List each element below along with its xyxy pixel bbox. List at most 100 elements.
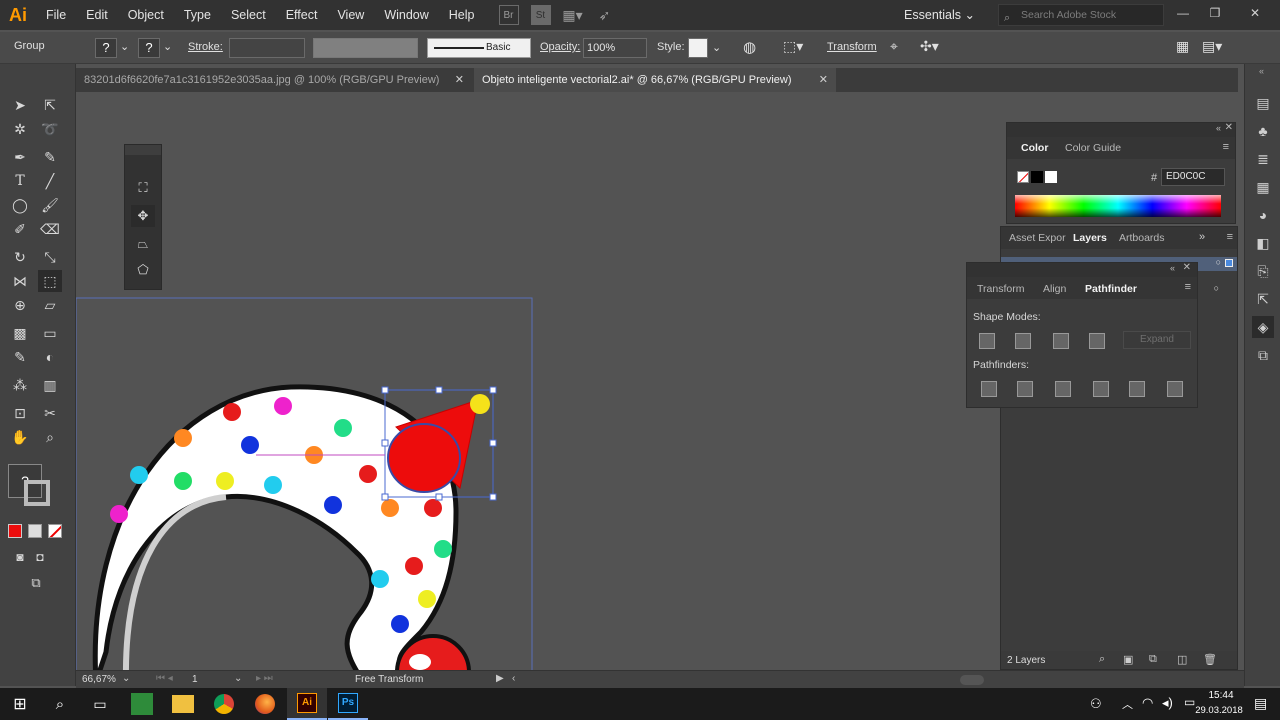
menu-type[interactable]: Type	[174, 8, 221, 22]
artboards-icon[interactable]: ⧉	[1252, 344, 1274, 366]
windows-start-icon[interactable]: ⊞	[0, 688, 40, 720]
photoshop-taskbar-icon[interactable]: Ps	[328, 688, 368, 720]
eyedropper-tool-icon[interactable]: ✎	[8, 346, 32, 368]
chevron-down-icon[interactable]: ⌄	[234, 673, 242, 684]
chrome-icon[interactable]	[204, 688, 244, 720]
slice-tool-icon[interactable]: ✂	[38, 402, 62, 424]
graphic-style-swatch[interactable]	[688, 38, 708, 58]
menu-file[interactable]: File	[36, 8, 76, 22]
stroke-weight-field[interactable]	[229, 38, 305, 58]
widget-grip[interactable]	[125, 145, 161, 155]
export-icon[interactable]: ⇱	[1252, 288, 1274, 310]
width-tool-icon[interactable]: ⋈	[8, 270, 32, 292]
selection-tool-icon[interactable]: ➤	[8, 94, 32, 116]
constrain-icon[interactable]: ⛶	[131, 177, 155, 199]
horizontal-scrollbar-thumb[interactable]	[960, 675, 984, 685]
more-tabs-icon[interactable]: »	[1199, 231, 1205, 243]
panel-menu-icon[interactable]: ≡	[1223, 141, 1229, 153]
artboard-number[interactable]: 1	[192, 674, 198, 685]
illustrator-taskbar-icon[interactable]: Ai	[287, 688, 327, 720]
pen-tool-icon[interactable]: ✒	[8, 146, 32, 168]
tab-layers[interactable]: Layers	[1073, 232, 1107, 244]
close-tab-icon[interactable]: ✕	[455, 68, 464, 92]
properties-icon[interactable]: ▤	[1252, 92, 1274, 114]
panel-header[interactable]: « ✕	[1007, 122, 1235, 137]
arrange-docs-icon[interactable]: ▦▾	[562, 5, 582, 25]
menu-object[interactable]: Object	[118, 8, 174, 22]
chevron-down-icon[interactable]: ⌄	[122, 673, 130, 684]
file-explorer-icon[interactable]	[163, 688, 203, 720]
clock-time[interactable]: 15:44	[1196, 690, 1246, 701]
bridge-button[interactable]: Br	[498, 5, 519, 25]
tab-asset-export[interactable]: Asset Expor	[1009, 232, 1066, 244]
delete-layer-icon[interactable]: 🗑	[1203, 653, 1217, 666]
none-swatch[interactable]	[1017, 171, 1029, 183]
chevron-down-icon[interactable]: ⌄	[163, 40, 172, 53]
minus-front-button[interactable]	[1015, 333, 1031, 349]
symbols-icon[interactable]: ♣	[1252, 120, 1274, 142]
tab-pathfinder[interactable]: Pathfinder	[1085, 283, 1137, 295]
collapse-icon[interactable]: «	[1170, 263, 1175, 273]
close-tab-icon[interactable]: ✕	[819, 68, 828, 92]
links-icon[interactable]: ⎘	[1252, 260, 1274, 282]
expand-dock-icon[interactable]: «	[1259, 66, 1264, 76]
paintbrush-tool-icon[interactable]: 🖌	[38, 194, 62, 216]
opacity-label[interactable]: Opacity:	[540, 41, 580, 53]
volume-icon[interactable]: ◂)	[1162, 695, 1173, 711]
perspective-grid-tool-icon[interactable]: ▱	[38, 294, 62, 316]
new-sublayer-icon[interactable]: ⧉	[1149, 653, 1157, 666]
opacity-field[interactable]: 100%	[583, 38, 647, 58]
panel-menu-icon[interactable]: ≡	[1185, 281, 1191, 293]
gpu-performance-icon[interactable]: ➶	[595, 5, 615, 25]
align-to-icon[interactable]: ⬚▾	[783, 38, 803, 55]
menu-view[interactable]: View	[327, 8, 374, 22]
column-graph-tool-icon[interactable]: ▥	[38, 374, 62, 396]
chevron-left-icon[interactable]: ‹	[512, 673, 515, 684]
tab-color-guide[interactable]: Color Guide	[1065, 142, 1121, 154]
firefox-icon[interactable]	[245, 688, 285, 720]
gradient-mode-button[interactable]	[28, 524, 42, 538]
chevron-down-icon[interactable]: ⌄	[712, 41, 721, 54]
symbol-sprayer-tool-icon[interactable]: ⁂	[8, 374, 32, 396]
collapse-icon[interactable]: «	[1216, 123, 1221, 133]
transform-link[interactable]: Transform	[827, 41, 877, 53]
close-panel-icon[interactable]: ✕	[1183, 262, 1191, 273]
layers-icon[interactable]: ◈	[1252, 316, 1274, 338]
panel-menu-icon[interactable]: ▤▾	[1202, 38, 1222, 55]
magic-wand-tool-icon[interactable]: ✲	[8, 118, 32, 140]
artboard-tool-icon[interactable]: ⊡	[8, 402, 32, 424]
free-transform-tool-icon[interactable]: ⬚	[38, 270, 62, 292]
crop-button[interactable]	[1093, 381, 1109, 397]
chevron-down-icon[interactable]: ⌄	[120, 40, 129, 53]
menu-edit[interactable]: Edit	[76, 8, 118, 22]
search-stock-input[interactable]: ⌕ Search Adobe Stock	[998, 4, 1164, 26]
app-icon[interactable]	[122, 688, 162, 720]
expand-button[interactable]: Expand	[1123, 331, 1191, 349]
close-window-button[interactable]: ✕	[1240, 2, 1270, 26]
close-panel-icon[interactable]: ✕	[1225, 122, 1233, 133]
hex-field[interactable]: ED0C0C	[1161, 168, 1225, 186]
isolate-icon[interactable]: ⌖	[890, 38, 898, 55]
tab-align[interactable]: Align	[1043, 283, 1066, 295]
tab-transform[interactable]: Transform	[977, 283, 1024, 295]
white-swatch[interactable]	[1045, 171, 1057, 183]
tab-document-jpg[interactable]: 83201d6f6620fe7a1c3161952e3035aa.jpg @ 1…	[76, 68, 472, 92]
draw-behind-icon[interactable]: ◘	[28, 546, 52, 568]
color-spectrum[interactable]	[1015, 195, 1221, 217]
brush-definition[interactable]: Basic	[427, 38, 531, 58]
shaper-tool-icon[interactable]: ✐	[8, 218, 32, 240]
free-distort-icon[interactable]: ⬠	[131, 259, 155, 281]
tab-color[interactable]: Color	[1021, 142, 1048, 154]
brushes-icon[interactable]: ≣	[1252, 148, 1274, 170]
outline-button[interactable]	[1129, 381, 1145, 397]
menu-help[interactable]: Help	[439, 8, 485, 22]
task-view-icon[interactable]: ▭	[80, 688, 120, 720]
scale-tool-icon[interactable]: ⤡	[38, 246, 62, 268]
variable-width-profile[interactable]	[313, 38, 418, 58]
line-tool-icon[interactable]: ╱	[38, 170, 62, 192]
minimize-button[interactable]: —	[1168, 2, 1198, 26]
wifi-icon[interactable]: ◠	[1142, 695, 1153, 711]
workspace-switcher[interactable]: Essentials ⌄	[904, 7, 975, 22]
locate-object-icon[interactable]: ⌕	[1099, 653, 1105, 666]
none-mode-button[interactable]	[48, 524, 62, 538]
